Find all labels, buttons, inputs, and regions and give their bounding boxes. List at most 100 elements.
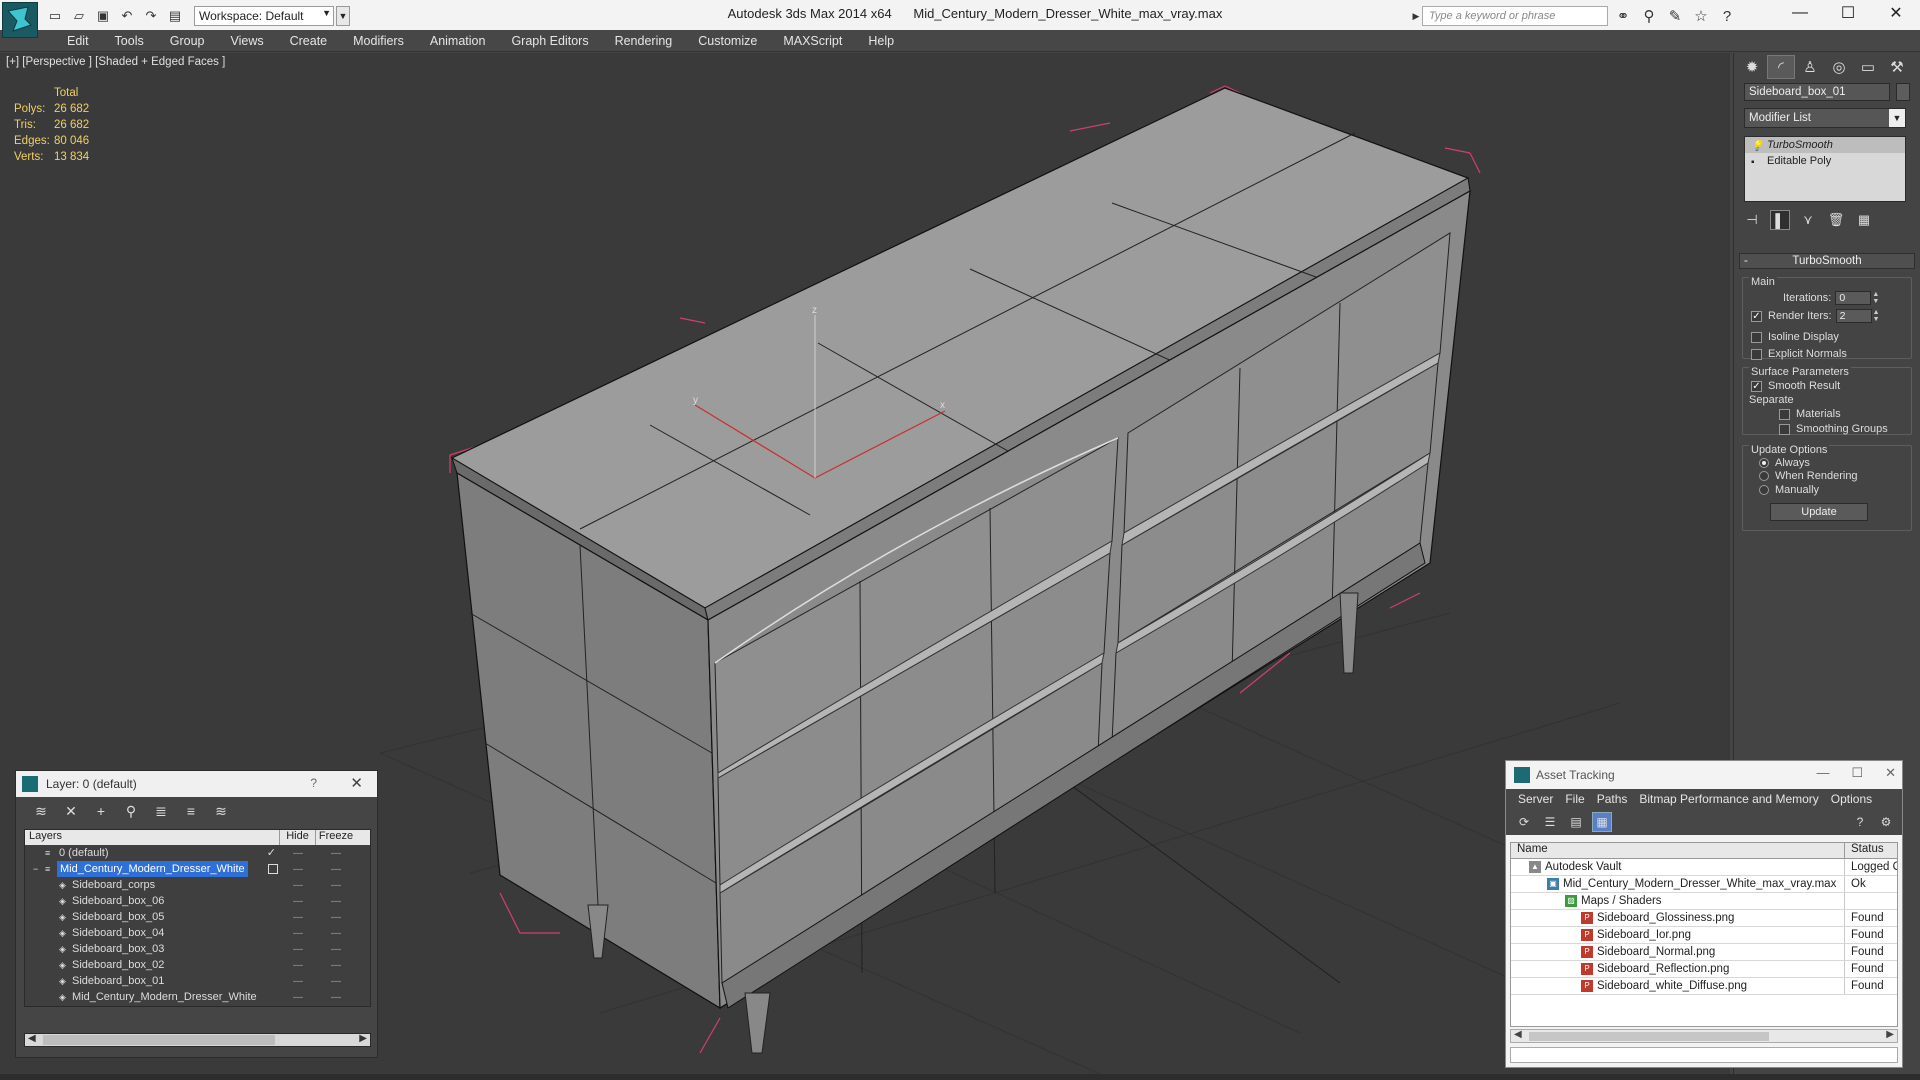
freeze-toggle[interactable]: — <box>316 912 356 923</box>
delete-layer-icon[interactable]: ✕ <box>60 801 82 821</box>
modify-tab-icon[interactable]: ◜ <box>1767 55 1795 79</box>
menu-edit[interactable]: Edit <box>54 34 102 48</box>
current-layer-box[interactable] <box>268 864 278 874</box>
object-name-field[interactable]: Sideboard_box_01 <box>1744 83 1890 101</box>
render-iters-checkbox[interactable]: ✓ <box>1751 310 1762 322</box>
asset-row[interactable]: ▣ Mid_Century_Modern_Dresser_White_max_vr… <box>1511 876 1897 893</box>
asset-menu-bitmap[interactable]: Bitmap Performance and Memory <box>1633 792 1824 806</box>
menu-rendering[interactable]: Rendering <box>602 34 686 48</box>
freeze-toggle[interactable]: — <box>316 976 356 987</box>
show-end-result-icon[interactable]: ▌ <box>1770 210 1790 230</box>
chevron-right-icon[interactable]: ▶ <box>1410 6 1422 26</box>
layer-row[interactable]: ◈ Sideboard_box_03 — — <box>25 941 370 957</box>
menu-graph-editors[interactable]: Graph Editors <box>498 34 601 48</box>
hide-toggle[interactable]: — <box>280 896 316 907</box>
maximize-button[interactable]: ☐ <box>1824 0 1872 26</box>
active-check-icon[interactable]: ✓ <box>267 845 276 861</box>
asset-row[interactable]: P Sideboard_Glossiness.png Found <box>1511 910 1897 927</box>
help-icon[interactable]: ? <box>310 776 317 790</box>
highlight-layer-icon[interactable]: ≣ <box>150 801 172 821</box>
freeze-toggle[interactable]: — <box>316 880 356 891</box>
viewport-label[interactable]: [+] [Perspective ] [Shaded + Edged Faces… <box>6 56 225 68</box>
search-input[interactable]: Type a keyword or phrase <box>1422 6 1608 26</box>
menu-animation[interactable]: Animation <box>417 34 499 48</box>
binoculars-icon[interactable]: ⚭ <box>1612 6 1634 26</box>
layer-row[interactable]: ≡ 0 (default) ✓ — — <box>25 845 370 861</box>
hide-toggle[interactable]: — <box>280 928 316 939</box>
freeze-toggle[interactable]: — <box>316 928 356 939</box>
maximize-button[interactable]: ☐ <box>1851 765 1863 781</box>
modifier-list-dropdown[interactable]: Modifier List ▼ <box>1744 108 1906 128</box>
isoline-checkbox[interactable] <box>1751 331 1762 343</box>
subscription-icon[interactable]: ⚲ <box>1638 6 1660 26</box>
help-icon[interactable]: ? <box>1850 812 1870 832</box>
asset-row[interactable]: P Sideboard_white_Diffuse.png Found <box>1511 978 1897 995</box>
asset-menu-paths[interactable]: Paths <box>1591 792 1634 806</box>
menu-help[interactable]: Help <box>855 34 907 48</box>
object-color-swatch[interactable] <box>1896 83 1910 101</box>
settings-icon[interactable]: ⚙ <box>1876 812 1896 832</box>
scrollbar-thumb[interactable] <box>43 1035 275 1045</box>
create-layer-icon[interactable]: ≋ <box>30 801 52 821</box>
freeze-toggle[interactable]: — <box>316 896 356 907</box>
explicit-normals-checkbox[interactable] <box>1751 348 1762 360</box>
make-unique-icon[interactable]: ⋎ <box>1798 210 1818 230</box>
hide-all-layers-icon[interactable]: ≡ <box>180 801 202 821</box>
freeze-toggle[interactable]: — <box>316 848 356 859</box>
menu-modifiers[interactable]: Modifiers <box>340 34 417 48</box>
column-hide[interactable]: Hide <box>280 830 316 845</box>
manually-radio[interactable] <box>1759 485 1769 495</box>
menu-tools[interactable]: Tools <box>102 34 157 48</box>
asset-tracking-titlebar[interactable]: Asset Tracking — ☐ ✕ <box>1506 761 1902 789</box>
menu-maxscript[interactable]: MAXScript <box>770 34 855 48</box>
layer-row[interactable]: ◈ Sideboard_box_04 — — <box>25 925 370 941</box>
table-view-icon[interactable]: ▦ <box>1592 812 1612 832</box>
hide-toggle[interactable]: — <box>280 960 316 971</box>
freeze-all-layers-icon[interactable]: ≋ <box>210 801 232 821</box>
close-icon[interactable]: ✕ <box>350 774 363 792</box>
layer-row[interactable]: ◈ Sideboard_corps — — <box>25 877 370 893</box>
create-tab-icon[interactable]: ✹ <box>1738 55 1766 79</box>
smooth-result-checkbox[interactable]: ✓ <box>1751 380 1762 392</box>
layer-row[interactable]: ◈ Sideboard_box_05 — — <box>25 909 370 925</box>
favorites-star-icon[interactable]: ☆ <box>1690 6 1712 26</box>
always-radio[interactable] <box>1759 458 1769 468</box>
layer-row[interactable]: ◈ Sideboard_box_06 — — <box>25 893 370 909</box>
asset-row[interactable]: P Sideboard_Ior.png Found <box>1511 927 1897 944</box>
chevron-left-icon[interactable]: ◀ <box>1514 1029 1522 1040</box>
chevron-right-icon[interactable]: ▶ <box>359 1033 367 1044</box>
hide-toggle[interactable]: — <box>280 992 316 1003</box>
configure-sets-icon[interactable]: ▦ <box>1854 210 1874 230</box>
layer-row[interactable]: ◈ Mid_Century_Modern_Dresser_White — — <box>25 989 370 1005</box>
asset-menu-server[interactable]: Server <box>1512 792 1559 806</box>
select-objects-icon[interactable]: ⚲ <box>120 801 142 821</box>
column-freeze[interactable]: Freeze <box>316 830 356 845</box>
tree-view-icon[interactable]: ▤ <box>1566 812 1586 832</box>
refresh-icon[interactable]: ⟳ <box>1514 812 1534 832</box>
column-layers[interactable]: Layers <box>25 830 280 845</box>
utilities-tab-icon[interactable]: ⚒ <box>1883 55 1911 79</box>
hide-toggle[interactable]: — <box>280 864 316 875</box>
chevron-left-icon[interactable]: ◀ <box>28 1033 36 1044</box>
add-to-layer-icon[interactable]: + <box>90 801 112 821</box>
list-view-icon[interactable]: ☰ <box>1540 812 1560 832</box>
asset-menu-options[interactable]: Options <box>1825 792 1878 806</box>
column-name[interactable]: Name <box>1511 843 1845 858</box>
close-button[interactable]: ✕ <box>1872 0 1920 26</box>
minimize-button[interactable]: — <box>1816 765 1829 781</box>
pin-stack-icon[interactable]: ⊣ <box>1742 210 1762 230</box>
freeze-toggle[interactable]: — <box>316 864 356 875</box>
layer-row[interactable]: ◈ Sideboard_box_01 — — <box>25 973 370 989</box>
help-icon[interactable]: ? <box>1716 6 1738 26</box>
hide-toggle[interactable]: — <box>280 880 316 891</box>
layer-row[interactable]: ◈ Sideboard_box_02 — — <box>25 957 370 973</box>
expand-plus-icon[interactable]: ▪ <box>1751 155 1761 168</box>
column-status[interactable]: Status <box>1845 843 1897 858</box>
asset-row[interactable]: ▨ Maps / Shaders <box>1511 893 1897 910</box>
menu-create[interactable]: Create <box>277 34 341 48</box>
menu-group[interactable]: Group <box>157 34 218 48</box>
lightbulb-icon[interactable]: 💡 <box>1751 139 1763 152</box>
stack-item-editable-poly[interactable]: ▪ Editable Poly <box>1745 153 1905 169</box>
freeze-toggle[interactable]: — <box>316 960 356 971</box>
close-button[interactable]: ✕ <box>1885 765 1896 781</box>
